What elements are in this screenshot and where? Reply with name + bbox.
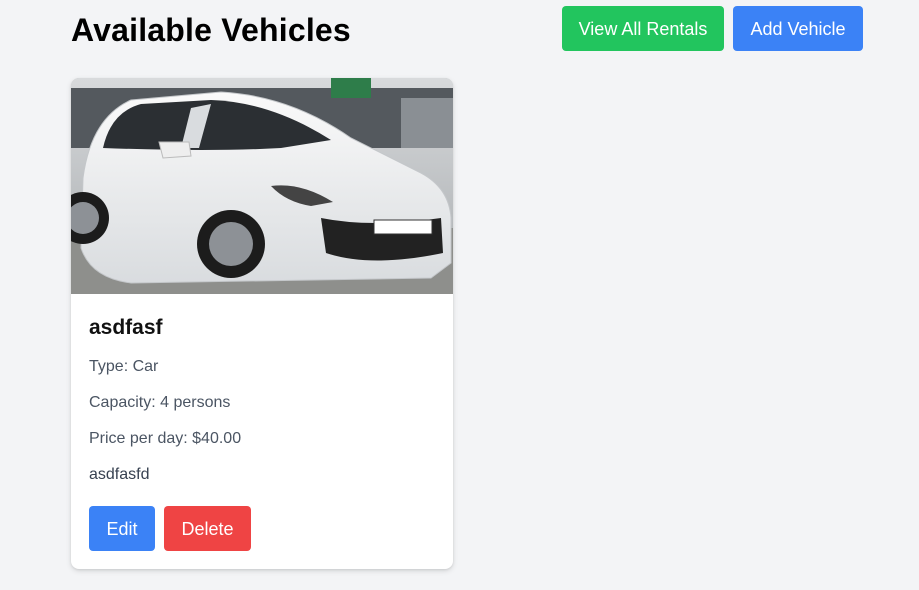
vehicle-description: asdfasfd: [89, 466, 150, 483]
vehicle-image: [71, 78, 453, 294]
vehicle-price: Price per day: $40.00: [89, 430, 242, 447]
vehicle-card: asdfasf Type: Car Capacity: 4 persons Pr…: [71, 78, 453, 569]
vehicle-type: Type: Car: [89, 358, 159, 375]
page-header: Available Vehicles View All Rentals Add …: [0, 0, 919, 60]
vehicle-capacity: Capacity: 4 persons: [89, 394, 231, 411]
edit-button[interactable]: Edit: [89, 506, 155, 551]
view-all-rentals-button[interactable]: View All Rentals: [562, 6, 724, 51]
delete-button[interactable]: Delete: [164, 506, 251, 551]
vehicle-name: asdfasf: [89, 316, 163, 339]
page-title: Available Vehicles: [71, 12, 351, 48]
add-vehicle-button[interactable]: Add Vehicle: [733, 6, 863, 51]
